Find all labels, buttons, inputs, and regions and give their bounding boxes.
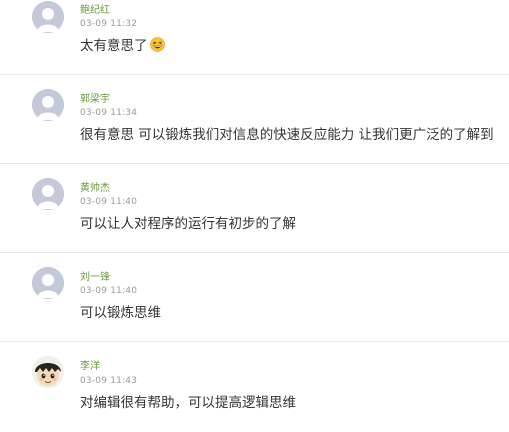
comment-text: 可以让人对程序的运行有初步的了解 (80, 216, 296, 232)
comment-item: 刘一锋 03-09 11:40 可以锻炼思维 (0, 253, 509, 342)
grinning-squinting-face-icon (149, 37, 165, 52)
default-avatar-icon (32, 267, 64, 299)
default-avatar-icon (32, 1, 64, 33)
comment-text: 很有意思 可以锻炼我们对信息的快速反应能力 让我们更广泛的了解到 (80, 127, 494, 143)
comment-item: 郭梁宇 03-09 11:34 很有意思 可以锻炼我们对信息的快速反应能力 让我… (0, 75, 509, 164)
comment-feed: 鲍纪红 03-09 11:32 太有意思了 郭梁宇 03-09 11:34 很有… (0, 0, 509, 432)
user-avatar[interactable] (32, 356, 64, 388)
comment-item: 李洋 03-09 11:43 对编辑很有帮助，可以提高逻辑思维 (0, 342, 509, 431)
comment-author[interactable]: 黄帅杰 (80, 183, 110, 195)
comment-time: 03-09 11:32 (80, 19, 138, 29)
comment-time: 03-09 11:40 (80, 286, 138, 296)
comment-time: 03-09 11:40 (80, 197, 138, 207)
user-avatar[interactable] (32, 1, 64, 33)
comment-time: 03-09 11:43 (80, 376, 138, 386)
cartoon-boy-avatar-icon (32, 356, 64, 388)
default-avatar-icon (32, 178, 64, 210)
comment-time: 03-09 11:34 (80, 108, 138, 118)
user-avatar[interactable] (32, 267, 64, 299)
comment-text: 对编辑很有帮助，可以提高逻辑思维 (80, 395, 296, 411)
comment-item: 黄帅杰 03-09 11:40 可以让人对程序的运行有初步的了解 (0, 164, 509, 253)
comment-text-content: 太有意思了 (80, 38, 148, 54)
default-avatar-icon (32, 89, 64, 121)
user-avatar[interactable] (32, 178, 64, 210)
comment-text: 可以锻炼思维 (80, 305, 161, 321)
comment-author[interactable]: 刘一锋 (80, 272, 110, 284)
comment-author[interactable]: 李洋 (80, 361, 100, 373)
comment-item: 鲍纪红 03-09 11:32 太有意思了 (0, 0, 509, 75)
comment-author[interactable]: 鲍纪红 (80, 5, 110, 17)
user-avatar[interactable] (32, 89, 64, 121)
comment-author[interactable]: 郭梁宇 (80, 94, 110, 106)
comment-text: 太有意思了 (80, 37, 165, 55)
